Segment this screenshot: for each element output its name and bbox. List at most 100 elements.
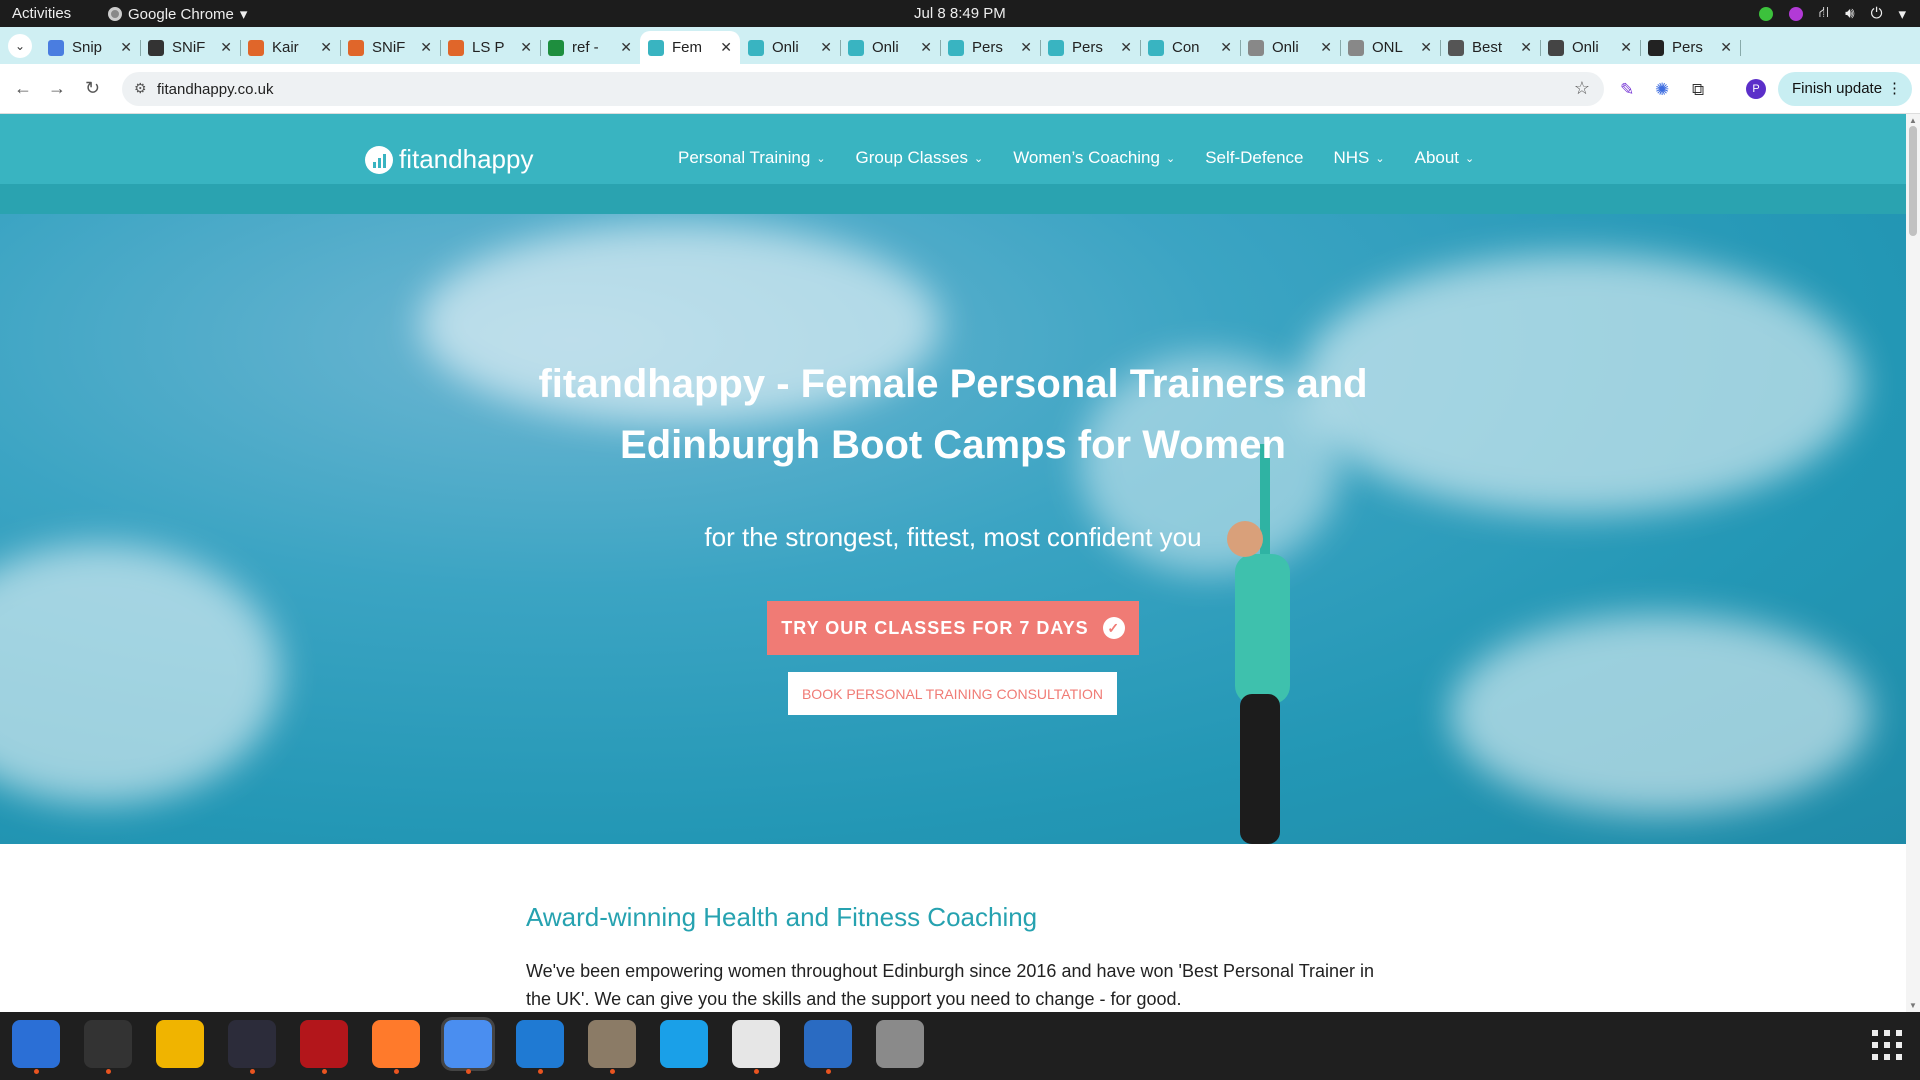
clock[interactable]: Jul 8 8:49 PM (914, 5, 1006, 22)
chrome-icon[interactable] (441, 1017, 495, 1074)
skype-icon[interactable] (660, 1020, 708, 1068)
tab-favicon-icon (348, 39, 364, 56)
finish-update-button[interactable]: Finish update ⋮ (1778, 72, 1912, 106)
browser-tab[interactable]: ref - ✕ (540, 31, 640, 64)
browser-tab[interactable]: SNiF ✕ (140, 31, 241, 64)
address-bar[interactable]: ⚙ fitandhappy.co.uk ☆ (122, 72, 1604, 106)
header-band (0, 184, 1906, 214)
volume-icon[interactable]: 🔊︎ (1845, 5, 1854, 22)
show-apps-grid-icon[interactable] (1872, 1030, 1902, 1060)
running-indicator (250, 1069, 255, 1074)
browser-tab[interactable]: Pers ✕ (1040, 31, 1141, 64)
app-menu-label: Google Chrome (128, 5, 234, 23)
tab-favicon-icon (1248, 39, 1264, 56)
filezilla-icon[interactable] (300, 1020, 348, 1074)
browser-tab[interactable]: Pers ✕ (940, 31, 1041, 64)
nav-nhs[interactable]: NHS ⌄ (1333, 148, 1384, 168)
system-monitor-icon[interactable] (228, 1020, 276, 1074)
profile-avatar[interactable]: P (1746, 79, 1766, 99)
nav-womens-coaching[interactable]: Women’s Coaching ⌄ (1013, 148, 1175, 168)
writer-icon[interactable] (804, 1020, 852, 1074)
browser-tab[interactable]: Onli ✕ (840, 31, 941, 64)
tab-close-icon[interactable]: ✕ (320, 39, 332, 56)
browser-tab[interactable]: ONL ✕ (1340, 31, 1441, 64)
browser-tab[interactable]: Onli ✕ (740, 31, 841, 64)
reload-icon[interactable]: ↻ (85, 78, 100, 99)
running-indicator (322, 1069, 327, 1074)
nav-personal-training[interactable]: Personal Training ⌄ (678, 148, 826, 168)
app-menu[interactable]: Google Chrome ▾ (108, 5, 247, 23)
power-icon[interactable]: ⏻ (1871, 5, 1883, 22)
tab-close-icon[interactable]: ✕ (120, 39, 132, 56)
tab-close-icon[interactable]: ✕ (1220, 39, 1232, 56)
bookmark-star-icon[interactable]: ☆ (1574, 78, 1590, 99)
disk-icon[interactable] (876, 1020, 924, 1068)
nav-group-classes[interactable]: Group Classes ⌄ (856, 148, 984, 168)
tab-search-button[interactable]: ⌄ (8, 34, 32, 58)
scroll-down-icon[interactable]: ▼ (1909, 1001, 1917, 1010)
try-classes-label: TRY OUR CLASSES FOR 7 DAYS (781, 617, 1089, 638)
scrollbar-thumb[interactable] (1909, 126, 1917, 236)
tab-close-icon[interactable]: ✕ (520, 39, 532, 56)
calculator-icon[interactable] (156, 1020, 204, 1068)
browser-tab[interactable]: Kair ✕ (240, 31, 341, 64)
back-icon[interactable]: ← (14, 78, 32, 99)
page-scrollbar[interactable]: ▲ ▼ (1906, 114, 1920, 1012)
browser-tab[interactable]: Fem ✕ (640, 31, 740, 64)
tab-close-icon[interactable]: ✕ (1020, 39, 1032, 56)
browser-tab[interactable]: LS P ✕ (440, 31, 541, 64)
text-editor-icon[interactable] (732, 1020, 780, 1074)
runner-silhouette (1227, 444, 1290, 844)
tab-close-icon[interactable]: ✕ (720, 39, 732, 56)
terminal-icon[interactable] (84, 1020, 132, 1074)
tab-close-icon[interactable]: ✕ (1120, 39, 1132, 56)
nav-about[interactable]: About ⌄ (1415, 148, 1475, 168)
tab-close-icon[interactable]: ✕ (1420, 39, 1432, 56)
hero-title-line-2: Edinburgh Boot Camps for Women (620, 423, 1286, 467)
tab-close-icon[interactable]: ✕ (1520, 39, 1532, 56)
pen-extension-icon[interactable]: ✎ (1620, 80, 1634, 100)
browser-tab[interactable]: SNiF ✕ (340, 31, 441, 64)
tab-close-icon[interactable]: ✕ (1720, 39, 1732, 56)
forward-icon[interactable]: → (48, 78, 66, 99)
vscode-icon[interactable] (516, 1020, 564, 1074)
kebab-menu-icon[interactable]: ⋮ (1887, 72, 1902, 106)
site-logo[interactable]: fitandhappy (365, 144, 533, 175)
network-icon[interactable]: ⛙ (1819, 4, 1830, 23)
update-status-icon[interactable] (1758, 6, 1773, 21)
browser-tab[interactable]: Con ✕ (1140, 31, 1241, 64)
tab-close-icon[interactable]: ✕ (420, 39, 432, 56)
tab-favicon-icon (148, 39, 164, 56)
browser-tab[interactable]: Best ✕ (1440, 31, 1541, 64)
activities-button[interactable]: Activities (12, 5, 71, 22)
site-info-icon[interactable]: ⚙ (134, 80, 147, 97)
tab-favicon-icon (1648, 39, 1664, 56)
firefox-icon[interactable] (372, 1020, 420, 1074)
extensions-puzzle-icon[interactable]: ⧉ (1692, 80, 1704, 100)
tab-close-icon[interactable]: ✕ (1620, 39, 1632, 56)
snowflake-extension-icon[interactable]: ✺ (1655, 80, 1669, 100)
book-consultation-button[interactable]: BOOK PERSONAL TRAINING CONSULTATION (788, 672, 1117, 715)
browser-tab[interactable]: Snip ✕ (40, 31, 141, 64)
chevron-down-icon[interactable]: ▾ (1898, 5, 1906, 23)
tab-close-icon[interactable]: ✕ (920, 39, 932, 56)
browser-tab[interactable]: Onli ✕ (1240, 31, 1341, 64)
scroll-up-icon[interactable]: ▲ (1909, 116, 1917, 125)
nav-self-defence[interactable]: Self-Defence (1205, 148, 1303, 168)
tab-close-icon[interactable]: ✕ (820, 39, 832, 56)
tab-close-icon[interactable]: ✕ (1320, 39, 1332, 56)
nav-label: Women’s Coaching (1013, 148, 1160, 167)
site-header: fitandhappy Personal Training ⌄ Group Cla… (0, 114, 1906, 214)
app-indicator-icon[interactable] (1788, 6, 1803, 21)
tab-favicon-icon (648, 39, 664, 56)
files-icon[interactable] (588, 1020, 636, 1074)
tab-close-icon[interactable]: ✕ (220, 39, 232, 56)
chevron-down-icon: ⌄ (973, 152, 984, 165)
url-text[interactable]: fitandhappy.co.uk (157, 81, 273, 98)
browser-tab[interactable]: Pers ✕ (1640, 31, 1741, 64)
try-classes-button[interactable]: TRY OUR CLASSES FOR 7 DAYS ✓ (767, 601, 1139, 655)
tab-close-icon[interactable]: ✕ (620, 39, 632, 56)
browser-tab[interactable]: Onli ✕ (1540, 31, 1641, 64)
thunderbird-icon[interactable] (12, 1020, 60, 1074)
system-tray[interactable]: ⛙ 🔊︎ ⏻ ▾ (1758, 4, 1906, 23)
